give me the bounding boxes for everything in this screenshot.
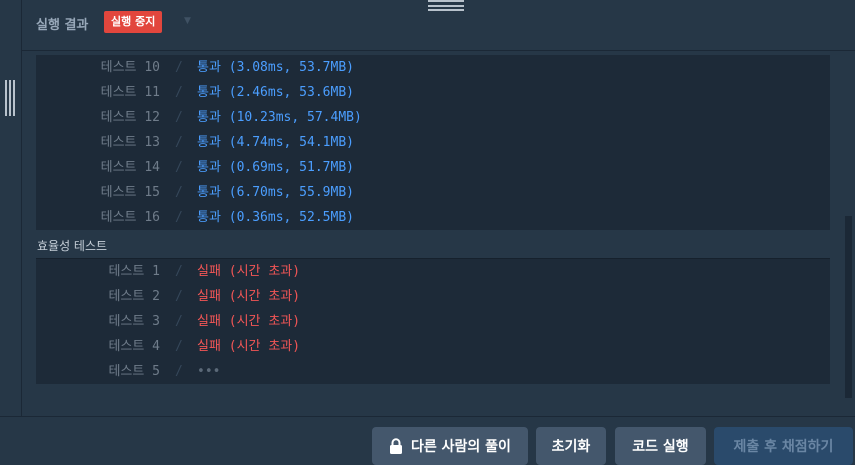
test-result-value: 통과 (0.36ms, 52.5MB) xyxy=(197,210,354,225)
row-separator: / xyxy=(175,85,183,100)
row-separator: / xyxy=(175,210,183,225)
row-separator: / xyxy=(175,314,183,329)
test-result-value: 실패 (시간 초과) xyxy=(197,289,301,304)
row-separator: / xyxy=(175,264,183,279)
test-result-value: 통과 (4.74ms, 54.1MB) xyxy=(197,135,354,150)
left-rail xyxy=(0,0,22,416)
test-result-row: 테스트 2 / 실패 (시간 초과) xyxy=(36,284,830,309)
chevron-down-icon: ▼ xyxy=(184,16,191,26)
other-solutions-label: 다른 사람의 풀이 xyxy=(411,439,511,455)
test-result-value: 통과 (6.70ms, 55.9MB) xyxy=(197,185,354,200)
test-result-row: 테스트 16 / 통과 (0.36ms, 52.5MB) xyxy=(36,205,830,230)
efficiency-section-header: 효율성 테스트 xyxy=(36,232,830,258)
test-label: 테스트 13 xyxy=(100,135,160,150)
submit-button[interactable]: 제출 후 채점하기 xyxy=(714,427,853,465)
result-title: 실행 결과 xyxy=(36,18,89,33)
test-result-row: 테스트 3 / 실패 (시간 초과) xyxy=(36,309,830,334)
result-header: 실행 결과 실행 중지 ▼ xyxy=(22,0,855,51)
test-label: 테스트 5 xyxy=(108,364,160,379)
test-label: 테스트 1 xyxy=(108,264,160,279)
test-result-value: 통과 (10.23ms, 57.4MB) xyxy=(197,110,362,125)
test-result-value: 통과 (0.69ms, 51.7MB) xyxy=(197,160,354,175)
test-result-value: ••• xyxy=(197,364,221,379)
efficiency-section-label: 효율성 테스트 xyxy=(37,239,108,253)
test-result-row: 테스트 15 / 통과 (6.70ms, 55.9MB) xyxy=(36,180,830,205)
test-result-value: 실패 (시간 초과) xyxy=(197,314,301,329)
test-result-row: 테스트 5 / ••• xyxy=(36,359,830,384)
accuracy-results-list: 테스트 10 / 통과 (3.08ms, 53.7MB) 테스트 11 / 통과 (2.4… xyxy=(36,55,830,230)
test-label: 테스트 12 xyxy=(100,110,160,125)
test-result-value: 실패 (시간 초과) xyxy=(197,264,301,279)
test-result-row: 테스트 12 / 통과 (10.23ms, 57.4MB) xyxy=(36,105,830,130)
test-label: 테스트 16 xyxy=(100,210,160,225)
row-separator: / xyxy=(175,135,183,150)
row-separator: / xyxy=(175,289,183,304)
stop-execution-button[interactable]: 실행 중지 xyxy=(104,11,163,33)
row-separator: / xyxy=(175,160,183,175)
test-result-row: 테스트 11 / 통과 (2.46ms, 53.6MB) xyxy=(36,80,830,105)
row-separator: / xyxy=(175,364,183,379)
efficiency-results-list: 테스트 1 / 실패 (시간 초과) 테스트 2 / 실패 (시간 초과) 테스트 3 / 실패… xyxy=(36,258,830,384)
test-label: 테스트 2 xyxy=(108,289,160,304)
reset-button[interactable]: 초기화 xyxy=(536,427,606,465)
test-label: 테스트 10 xyxy=(100,60,160,75)
test-result-value: 실패 (시간 초과) xyxy=(197,339,301,354)
test-label: 테스트 4 xyxy=(108,339,160,354)
row-separator: / xyxy=(175,339,183,354)
test-label: 테스트 11 xyxy=(100,85,160,100)
row-separator: / xyxy=(175,110,183,125)
test-result-row: 테스트 1 / 실패 (시간 초과) xyxy=(36,259,830,284)
test-result-row: 테스트 4 / 실패 (시간 초과) xyxy=(36,334,830,359)
run-code-button[interactable]: 코드 실행 xyxy=(615,427,706,465)
other-solutions-button[interactable]: 다른 사람의 풀이 xyxy=(372,427,528,465)
test-label: 테스트 3 xyxy=(108,314,160,329)
row-separator: / xyxy=(175,185,183,200)
action-bar: 다른 사람의 풀이 초기화 코드 실행 제출 후 채점하기 xyxy=(0,416,855,465)
test-label: 테스트 15 xyxy=(100,185,160,200)
test-result-value: 통과 (3.08ms, 53.7MB) xyxy=(197,60,354,75)
test-result-row: 테스트 14 / 통과 (0.69ms, 51.7MB) xyxy=(36,155,830,180)
lock-icon xyxy=(390,438,403,454)
test-label: 테스트 14 xyxy=(100,160,160,175)
result-panel: 실행 결과 실행 중지 ▼ 테스트 10 / 통과 (3.08ms, 53.7MB)… xyxy=(22,0,855,416)
test-result-row: 테스트 10 / 통과 (3.08ms, 53.7MB) xyxy=(36,55,830,80)
scrollbar[interactable] xyxy=(845,216,852,398)
test-result-row: 테스트 13 / 통과 (4.74ms, 54.1MB) xyxy=(36,130,830,155)
vertical-resize-handle[interactable] xyxy=(5,80,15,116)
row-separator: / xyxy=(175,60,183,75)
test-result-value: 통과 (2.46ms, 53.6MB) xyxy=(197,85,354,100)
